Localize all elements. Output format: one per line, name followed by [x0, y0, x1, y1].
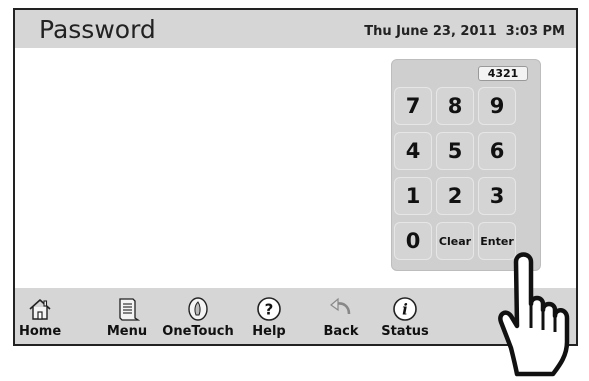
taskbar-help[interactable]: ? Help — [249, 288, 289, 344]
password-keypad: 4321 7 8 9 4 5 6 1 2 3 0 Clear Enter — [391, 59, 541, 271]
key-1[interactable]: 1 — [394, 177, 432, 215]
taskbar-onetouch[interactable]: OneTouch — [161, 288, 235, 344]
taskbar-back-label: Back — [323, 324, 359, 339]
onetouch-icon — [188, 297, 208, 321]
key-7[interactable]: 7 — [394, 87, 432, 125]
password-entry-field[interactable]: 4321 — [478, 66, 528, 81]
page-title: Password — [39, 15, 156, 44]
home-icon — [29, 299, 51, 320]
date-time: Thu June 23, 2011 3:03 PM — [364, 24, 565, 39]
taskbar-home-label: Home — [19, 324, 62, 339]
taskbar-status[interactable]: i Status — [381, 288, 429, 344]
key-6[interactable]: 6 — [478, 132, 516, 170]
key-8[interactable]: 8 — [436, 87, 474, 125]
taskbar-status-label: Status — [381, 324, 429, 339]
svg-text:i: i — [402, 301, 408, 319]
pointing-hand-icon — [498, 252, 570, 377]
help-icon: ? — [257, 297, 281, 321]
clear-button[interactable]: Clear — [436, 222, 474, 260]
svg-text:?: ? — [265, 301, 274, 319]
taskbar-back[interactable]: Back — [319, 288, 363, 344]
status-icon: i — [393, 297, 417, 321]
key-5[interactable]: 5 — [436, 132, 474, 170]
taskbar-menu[interactable]: Menu — [103, 288, 151, 344]
taskbar-menu-label: Menu — [106, 324, 148, 339]
key-2[interactable]: 2 — [436, 177, 474, 215]
key-3[interactable]: 3 — [478, 177, 516, 215]
key-4[interactable]: 4 — [394, 132, 432, 170]
menu-icon — [119, 298, 140, 321]
back-icon — [330, 297, 351, 315]
key-0[interactable]: 0 — [394, 222, 432, 260]
key-9[interactable]: 9 — [478, 87, 516, 125]
taskbar-help-label: Help — [252, 324, 286, 339]
header-bar: Password Thu June 23, 2011 3:03 PM — [15, 10, 576, 48]
taskbar-onetouch-label: OneTouch — [162, 324, 234, 339]
taskbar-home[interactable]: Home — [19, 288, 61, 344]
